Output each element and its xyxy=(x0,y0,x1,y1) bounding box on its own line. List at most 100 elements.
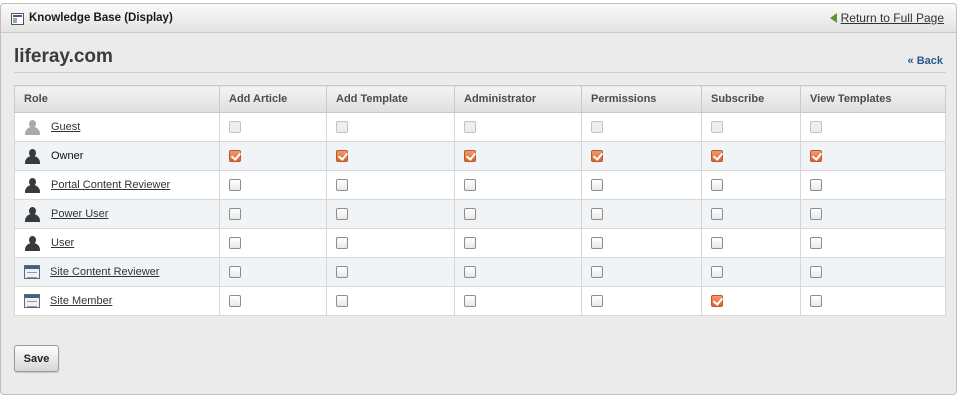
permission-checkbox[interactable] xyxy=(810,237,822,250)
permission-cell xyxy=(219,257,327,287)
back-link[interactable]: « Back xyxy=(908,55,943,67)
permission-checkbox[interactable] xyxy=(229,150,241,163)
permission-checkbox[interactable] xyxy=(711,266,723,279)
return-to-full-page-link[interactable]: Return to Full Page xyxy=(829,11,944,25)
permission-checkbox[interactable] xyxy=(464,208,476,221)
site-icon xyxy=(24,294,40,308)
permission-cell xyxy=(326,141,455,171)
permission-checkbox[interactable] xyxy=(591,150,603,163)
role-name[interactable]: User xyxy=(51,237,74,249)
permission-checkbox[interactable] xyxy=(229,266,241,279)
permission-checkbox[interactable] xyxy=(711,208,723,221)
permission-checkbox[interactable] xyxy=(591,237,603,250)
permission-checkbox[interactable] xyxy=(591,295,603,308)
permission-checkbox[interactable] xyxy=(711,237,723,250)
permission-checkbox xyxy=(336,121,348,134)
permission-cell xyxy=(454,228,582,258)
permission-checkbox[interactable] xyxy=(229,295,241,308)
permission-checkbox[interactable] xyxy=(229,179,241,192)
role-name[interactable]: Guest xyxy=(51,121,80,133)
permission-cell xyxy=(581,199,702,229)
permission-cell xyxy=(326,170,455,200)
permission-cell xyxy=(800,141,946,171)
table-header-row: Role Add Article Add Template Administrator… xyxy=(14,85,946,113)
role-cell: Site Member xyxy=(14,286,220,316)
permission-cell xyxy=(219,170,327,200)
permission-checkbox xyxy=(591,121,603,134)
permission-cell xyxy=(454,112,582,142)
permission-cell xyxy=(701,286,801,316)
user-icon xyxy=(24,235,41,251)
permission-cell xyxy=(701,141,801,171)
permission-checkbox[interactable] xyxy=(591,179,603,192)
permission-cell xyxy=(581,257,702,287)
permission-cell xyxy=(326,286,455,316)
permission-cell xyxy=(800,170,946,200)
return-to-full-page-label: Return to Full Page xyxy=(840,11,944,25)
permission-checkbox[interactable] xyxy=(336,266,348,279)
permission-cell xyxy=(581,228,702,258)
permission-cell xyxy=(454,170,582,200)
permission-cell xyxy=(581,170,702,200)
permission-checkbox[interactable] xyxy=(229,237,241,250)
user-icon xyxy=(24,206,41,222)
permission-checkbox xyxy=(229,121,241,134)
column-header: Add Template xyxy=(326,85,455,113)
permission-checkbox[interactable] xyxy=(336,208,348,221)
portlet-title: Knowledge Base (Display) xyxy=(29,12,173,24)
permission-checkbox[interactable] xyxy=(464,237,476,250)
permission-checkbox[interactable] xyxy=(464,150,476,163)
role-name: Owner xyxy=(51,150,84,162)
table-body: Guest Owner Portal Content Reviewer Power U… xyxy=(14,112,946,316)
permission-cell xyxy=(800,257,946,287)
column-header: Subscribe xyxy=(701,85,801,113)
role-cell: Portal Content Reviewer xyxy=(14,170,220,200)
permission-checkbox xyxy=(711,121,723,134)
column-header: Permissions xyxy=(581,85,702,113)
role-name[interactable]: Site Content Reviewer xyxy=(50,266,159,278)
permission-checkbox[interactable] xyxy=(336,179,348,192)
portlet-titlebar: Knowledge Base (Display) Return to Full … xyxy=(1,4,956,33)
save-button[interactable]: Save xyxy=(14,345,59,372)
permission-checkbox[interactable] xyxy=(810,295,822,308)
permission-cell xyxy=(219,199,327,229)
role-name[interactable]: Portal Content Reviewer xyxy=(51,179,170,191)
user-icon xyxy=(24,119,41,135)
role-name[interactable]: Site Member xyxy=(50,295,112,307)
permission-checkbox[interactable] xyxy=(810,266,822,279)
permission-cell xyxy=(454,257,582,287)
role-name[interactable]: Power User xyxy=(51,208,108,220)
permission-checkbox[interactable] xyxy=(711,295,723,308)
permission-cell xyxy=(326,257,455,287)
permission-checkbox[interactable] xyxy=(464,266,476,279)
user-icon xyxy=(24,148,41,164)
permission-checkbox[interactable] xyxy=(229,208,241,221)
permission-checkbox[interactable] xyxy=(336,237,348,250)
portlet-icon xyxy=(11,13,24,25)
permission-cell xyxy=(326,228,455,258)
permission-checkbox[interactable] xyxy=(810,150,822,163)
permission-cell xyxy=(581,112,702,142)
column-header: Role xyxy=(14,85,220,113)
permission-checkbox[interactable] xyxy=(464,295,476,308)
permission-checkbox[interactable] xyxy=(336,295,348,308)
permission-checkbox[interactable] xyxy=(711,179,723,192)
permission-checkbox[interactable] xyxy=(464,179,476,192)
column-header: View Templates xyxy=(800,85,946,113)
permission-checkbox[interactable] xyxy=(711,150,723,163)
permission-cell xyxy=(219,112,327,142)
permission-cell xyxy=(454,199,582,229)
permission-cell xyxy=(701,199,801,229)
role-cell: Guest xyxy=(14,112,220,142)
permission-cell xyxy=(701,257,801,287)
permission-checkbox[interactable] xyxy=(591,266,603,279)
table-row: Site Content Reviewer xyxy=(14,257,946,287)
permission-cell xyxy=(219,141,327,171)
permission-checkbox[interactable] xyxy=(591,208,603,221)
permission-checkbox[interactable] xyxy=(810,179,822,192)
permission-checkbox[interactable] xyxy=(810,208,822,221)
table-row: Power User xyxy=(14,199,946,229)
user-icon xyxy=(24,177,41,193)
permission-cell xyxy=(219,228,327,258)
permission-checkbox[interactable] xyxy=(336,150,348,163)
